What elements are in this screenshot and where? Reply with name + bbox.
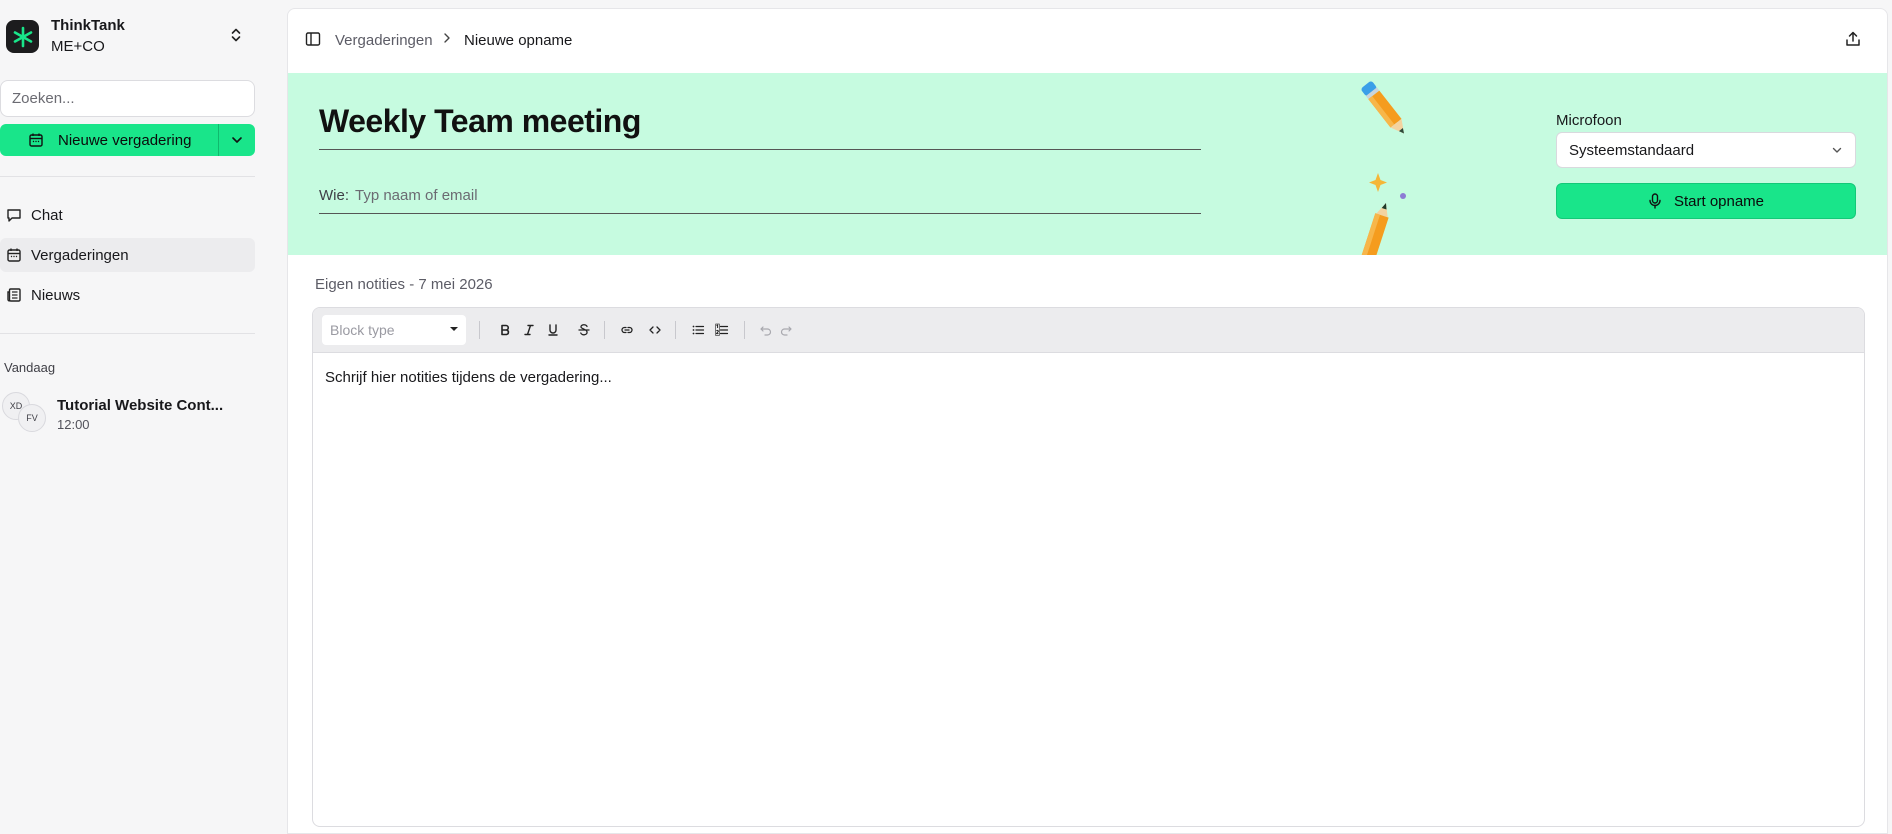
microphone-icon [1649,193,1661,209]
start-recording-button[interactable]: Start opname [1556,183,1856,219]
main-panel: Vergaderingen Nieuwe opname Wie: [287,8,1888,834]
undo-icon [760,326,772,336]
start-recording-label: Start opname [1673,192,1765,210]
participants-input[interactable] [355,187,1055,204]
search-input[interactable] [0,80,255,117]
toolbar-divider [479,321,480,339]
redo-button[interactable] [777,321,795,339]
underline-button[interactable] [544,321,562,339]
sidebar-item-label: Chat [31,206,63,224]
breadcrumb-current: Nieuwe opname [464,32,573,49]
participants-label: Wie: [319,187,349,204]
microphone-selected-value: Systeemstandaard [1569,141,1695,159]
asterisk-logo-icon [13,26,32,47]
notes-editor: Block type Schrijf hier notities tijdens… [312,307,1865,827]
numbered-list-button[interactable] [713,321,731,339]
undo-button[interactable] [757,321,775,339]
editor-toolbar: Block type [313,308,1864,353]
calendar-icon [7,248,21,262]
bullet-list-button[interactable] [689,321,707,339]
toolbar-divider [675,321,676,339]
meeting-title-input[interactable] [319,102,1201,150]
app-root: ThinkTank ME+CO Nieuwe vergadering [0,0,1892,834]
sidebar-item-chat[interactable]: Chat [0,198,255,232]
link-icon [621,326,633,334]
pencils-illustration-icon [1356,81,1406,255]
notes-header: Eigen notities - 7 mei 2026 [315,276,493,293]
strikethrough-button[interactable] [575,321,593,339]
sidebar-toggle-icon[interactable] [305,31,321,47]
microphone-select[interactable]: Systeemstandaard [1556,132,1856,168]
recent-meeting-title: Tutorial Website Cont... [57,397,224,414]
avatar: FV [18,404,46,432]
chevron-right-icon [444,33,450,43]
sidebar-item-label: Nieuws [31,286,81,304]
workspace-switcher[interactable]: ThinkTank ME+CO [0,8,260,64]
top-bar: Vergaderingen Nieuwe opname [288,9,1887,73]
new-meeting-dropdown-button[interactable] [219,124,255,156]
workspace-logo [6,20,39,53]
recent-section-label: Vandaag [4,360,56,375]
sidebar-divider [0,333,255,334]
block-type-select[interactable]: Block type [322,315,466,345]
chevron-down-icon [232,137,242,143]
bold-icon [501,324,510,336]
recent-meeting-time: 12:00 [57,417,90,432]
code-icon [649,326,661,334]
participants-field: Wie: [319,178,1201,214]
sidebar-item-vergaderingen[interactable]: Vergaderingen [0,238,255,272]
recent-meeting-item[interactable]: XD FV Tutorial Website Cont... 12:00 [0,392,255,436]
calendar-icon [29,133,43,147]
sidebar-divider [0,176,255,177]
bold-button[interactable] [496,321,514,339]
sidebar: ThinkTank ME+CO Nieuwe vergadering [0,0,286,834]
toolbar-divider [744,321,745,339]
bullet-list-icon [692,325,705,335]
strikethrough-icon [578,324,590,336]
italic-icon [524,324,534,336]
numbered-list-icon [715,323,729,336]
newspaper-icon [7,288,21,302]
toolbar-divider [604,321,605,339]
share-upload-icon[interactable] [1844,30,1862,48]
chevrons-up-down-icon [231,28,241,42]
workspace-org: ME+CO [51,38,105,55]
sidebar-item-nieuws[interactable]: Nieuws [0,278,255,312]
underline-icon [548,324,558,336]
new-meeting-button[interactable]: Nieuwe vergadering [0,124,218,156]
code-button[interactable] [646,321,664,339]
microphone-label: Microfoon [1556,112,1622,129]
new-meeting-label: Nieuwe vergadering [58,131,192,149]
italic-button[interactable] [520,321,538,339]
caret-down-icon [450,327,458,331]
workspace-name: ThinkTank [51,17,125,34]
notes-editor-placeholder[interactable]: Schrijf hier notities tijdens de vergade… [325,369,612,386]
redo-icon [780,326,792,336]
sidebar-item-label: Vergaderingen [31,246,129,264]
chevron-down-icon [1832,147,1842,153]
breadcrumb-parent[interactable]: Vergaderingen [335,32,433,49]
link-button[interactable] [618,321,636,339]
new-meeting-split-button: Nieuwe vergadering [0,124,255,156]
recording-header: Wie: [288,73,1887,255]
chat-bubble-icon [7,209,21,222]
block-type-placeholder: Block type [330,322,395,338]
